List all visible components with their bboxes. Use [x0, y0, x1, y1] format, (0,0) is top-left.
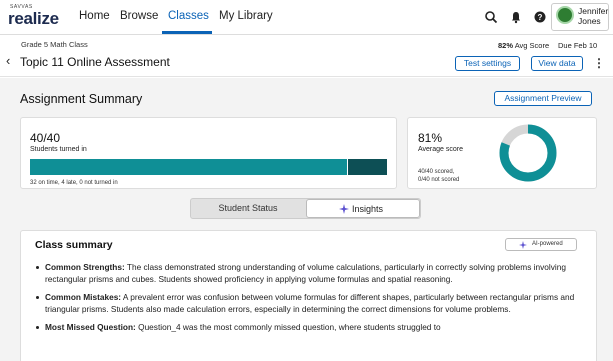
item-label: Common Mistakes:	[45, 292, 122, 302]
top-navigation-bar: SAVVAS realize Home Browse Classes My Li…	[0, 0, 613, 35]
item-label: Most Missed Question:	[45, 322, 136, 332]
nav-classes[interactable]: Classes	[168, 10, 209, 22]
list-item: Most Missed Question: Question_4 was the…	[36, 322, 585, 334]
average-score-label: Average score	[418, 146, 464, 153]
user-name: Jennifer Jones	[578, 6, 608, 26]
class-summary-heading: Class summary	[35, 239, 113, 251]
turned-in-count: 40/40	[30, 131, 61, 145]
back-chevron-icon[interactable]: ‹	[6, 53, 10, 68]
ai-powered-badge: AI-powered	[505, 238, 577, 251]
page-title: Topic 11 Online Assessment	[20, 55, 170, 69]
turned-in-bar	[30, 159, 387, 175]
tab-student-status[interactable]: Student Status	[191, 201, 305, 216]
avg-score-summary: 82% Avg Score	[498, 41, 549, 50]
turned-in-label: Students turned in	[30, 146, 87, 153]
item-text: A prevalent error was confusion between …	[45, 292, 575, 314]
active-nav-indicator	[162, 31, 212, 34]
test-settings-button[interactable]: Test settings	[455, 56, 520, 71]
avg-score-label: Avg Score	[514, 41, 550, 50]
average-score-value: 81%	[418, 131, 443, 145]
scored-count: 40/40 scored,	[418, 169, 455, 175]
logo-brand: realize	[8, 9, 59, 28]
not-scored-count: 0/40 not scored	[418, 177, 460, 183]
user-last-name: Jones	[578, 16, 601, 26]
assignment-summary-heading: Assignment Summary	[20, 92, 143, 106]
tab-insights-label: Insights	[352, 204, 384, 214]
user-first-name: Jennifer	[578, 6, 609, 16]
tab-insights[interactable]: Insights	[306, 199, 420, 218]
scored-detail: 40/40 scored, 0/40 not scored	[418, 168, 459, 184]
ai-powered-label: AI-powered	[532, 241, 563, 247]
help-icon[interactable]: ?	[533, 10, 547, 24]
item-label: Common Strengths:	[45, 262, 125, 272]
class-summary-list: Common Strengths: The class demonstrated…	[36, 262, 585, 341]
breadcrumb-class[interactable]: Grade 5 Math Class	[21, 40, 88, 49]
nav-browse[interactable]: Browse	[120, 10, 158, 22]
sparkle-icon	[339, 204, 349, 214]
list-item: Common Strengths: The class demonstrated…	[36, 262, 585, 285]
on-time-segment	[30, 159, 347, 175]
late-segment	[348, 159, 387, 175]
search-icon[interactable]	[484, 10, 498, 24]
list-item: Common Mistakes: A prevalent error was c…	[36, 292, 585, 315]
avg-score-value: 82%	[498, 41, 514, 50]
turned-in-detail: 32 on time, 4 late, 0 not turned in	[30, 180, 118, 186]
average-score-donut	[499, 124, 557, 182]
nav-my-library[interactable]: My Library	[219, 10, 273, 22]
user-avatar	[556, 6, 574, 24]
savvas-realize-logo[interactable]: SAVVAS realize	[8, 4, 64, 30]
nav-home[interactable]: Home	[79, 10, 110, 22]
ai-sparkle-icon	[519, 241, 527, 249]
due-date: Due Feb 10	[558, 41, 598, 50]
item-text: Question_4 was the most commonly missed …	[135, 322, 441, 332]
more-options-icon[interactable]: ⋮	[593, 56, 605, 70]
notifications-bell-icon[interactable]	[509, 10, 523, 24]
svg-text:?: ?	[538, 13, 543, 22]
assignment-preview-button[interactable]: Assignment Preview	[494, 91, 592, 106]
view-data-button[interactable]: View data	[531, 56, 583, 71]
